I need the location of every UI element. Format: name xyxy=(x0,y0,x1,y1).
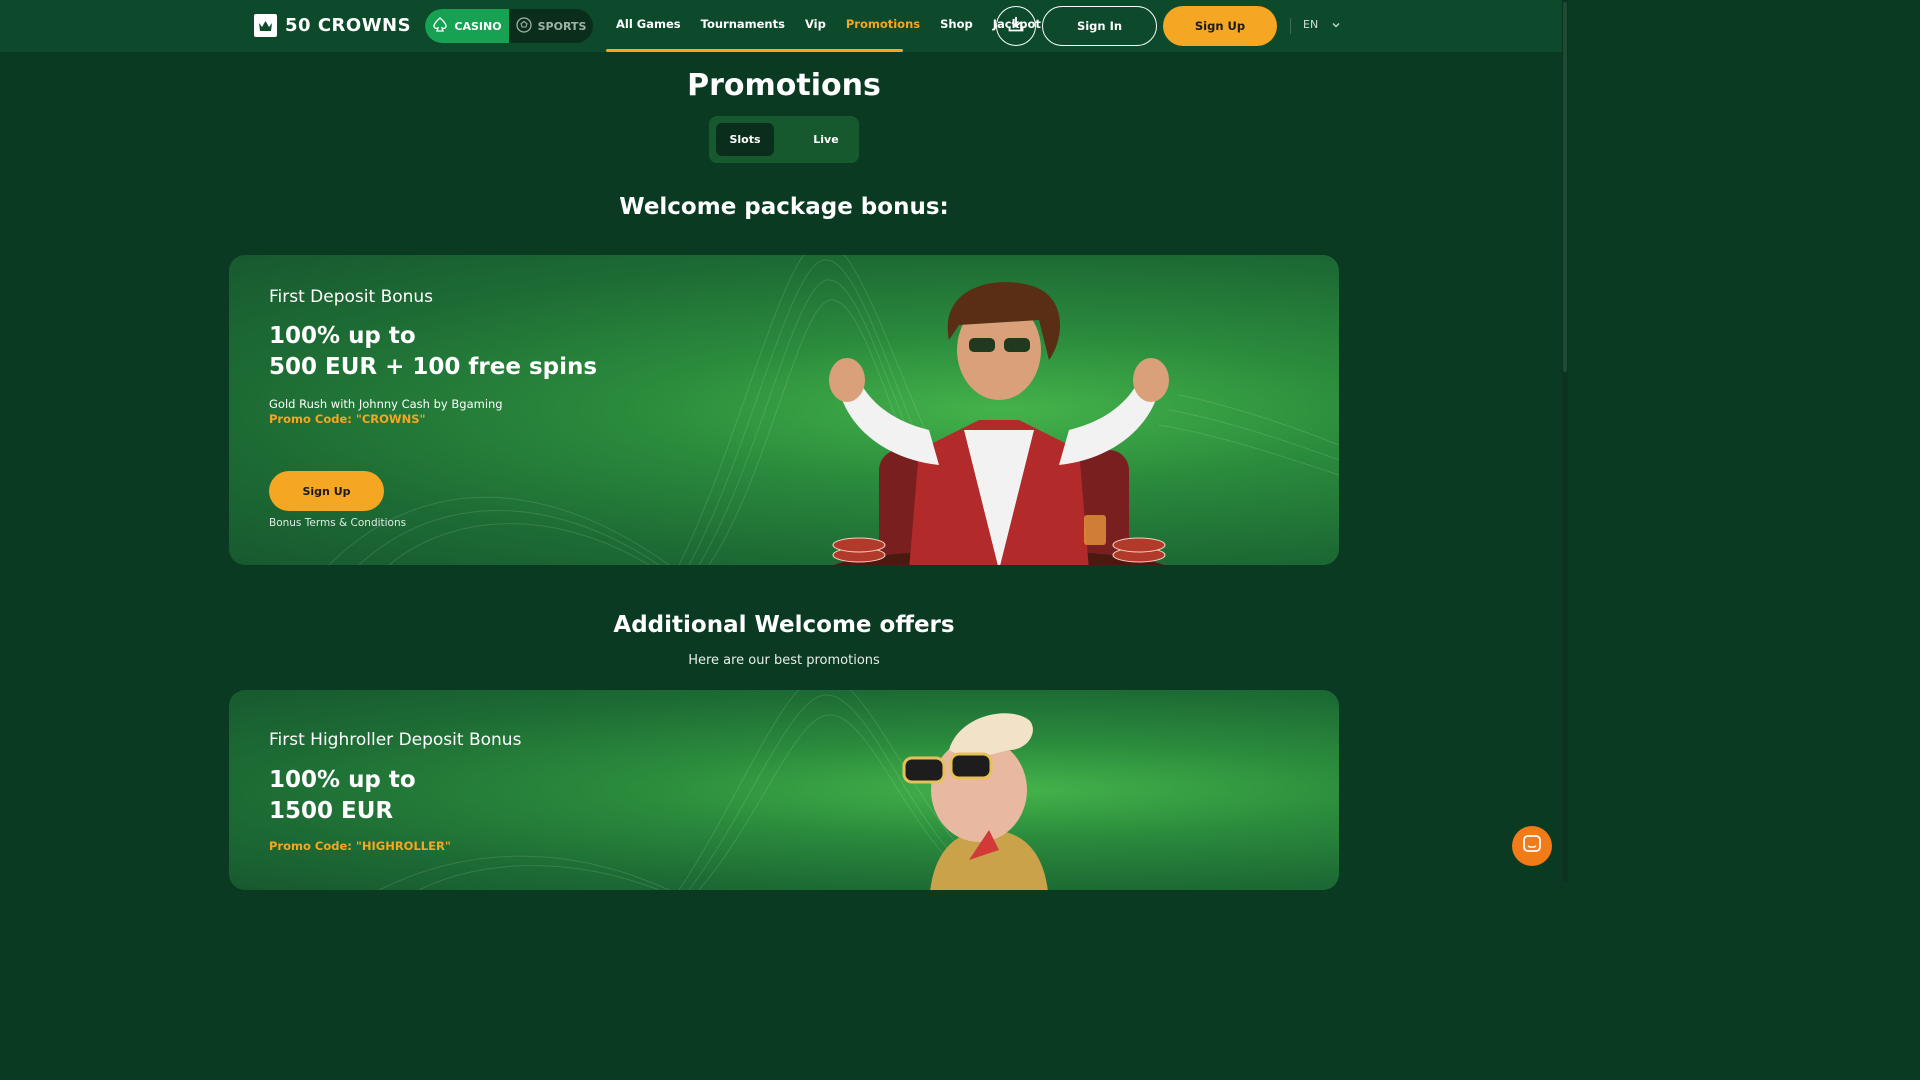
nav-tournaments[interactable]: Tournaments xyxy=(691,0,795,48)
chat-icon xyxy=(1522,834,1542,858)
download-icon xyxy=(1007,15,1025,37)
logo-text: 50 CROWNS xyxy=(285,15,412,36)
mascot-thumbs-up-illustration xyxy=(829,282,1169,565)
sign-up-button[interactable]: Sign Up xyxy=(1163,6,1277,46)
main-nav: All Games Tournaments Vip Promotions Sho… xyxy=(606,0,1051,52)
language-selector[interactable]: EN xyxy=(1303,18,1340,31)
card-text: First Deposit Bonus 100% up to 500 EUR +… xyxy=(269,287,597,426)
offer-line-2: 1500 EUR xyxy=(269,798,394,824)
additional-section-title: Additional Welcome offers xyxy=(613,612,955,638)
nav-all-games[interactable]: All Games xyxy=(606,0,691,48)
card-heading: First Highroller Deposit Bonus xyxy=(269,730,522,750)
nav-promotions[interactable]: Promotions xyxy=(836,0,930,48)
sign-in-button[interactable]: Sign In xyxy=(1042,6,1157,46)
welcome-section-title: Welcome package bonus: xyxy=(619,194,949,220)
tab-slots[interactable]: Slots xyxy=(716,123,774,156)
promo-category-tabs: Slots Live xyxy=(709,116,859,163)
highroller-mascot-illustration xyxy=(902,713,1048,890)
promo-code: Promo Code: "CROWNS" xyxy=(269,412,426,426)
soccer-ball-icon xyxy=(515,16,532,36)
scrollbar-thumb[interactable] xyxy=(1563,2,1567,372)
nav-shop[interactable]: Shop xyxy=(930,0,983,48)
chevron-down-icon xyxy=(1332,18,1340,31)
sports-label: SPORTS xyxy=(537,19,587,33)
page-title: Promotions xyxy=(687,68,881,103)
logo[interactable]: 50 CROWNS xyxy=(254,14,411,37)
offer-line-1: 100% up to xyxy=(269,323,416,349)
additional-section-subtitle: Here are our best promotions xyxy=(688,653,880,668)
casino-label: CASINO xyxy=(454,19,502,33)
card-text: First Highroller Deposit Bonus 100% up t… xyxy=(269,730,521,853)
offer-line-1: 100% up to xyxy=(269,767,416,793)
card-heading: First Deposit Bonus xyxy=(269,287,434,307)
crown-logo-icon xyxy=(254,14,277,37)
download-app-button[interactable] xyxy=(996,6,1036,46)
spade-icon xyxy=(432,16,448,36)
highroller-bonus-card: First Highroller Deposit Bonus 100% up t… xyxy=(229,690,1339,890)
sports-mode-button[interactable]: SPORTS xyxy=(509,9,593,43)
casino-sports-switch: CASINO SPORTS xyxy=(425,9,593,43)
game-name: Gold Rush with Johnny Cash by Bgaming xyxy=(269,397,503,411)
casino-mode-button[interactable]: CASINO xyxy=(425,9,509,43)
header-divider xyxy=(1290,18,1291,34)
promo-code: Promo Code: "HIGHROLLER" xyxy=(269,839,451,853)
tab-live[interactable]: Live xyxy=(797,123,855,156)
nav-active-underline xyxy=(606,49,903,52)
bonus-terms-link[interactable]: Bonus Terms & Conditions xyxy=(269,517,406,529)
offer-line-2: 500 EUR + 100 free spins xyxy=(269,354,598,380)
nav-vip[interactable]: Vip xyxy=(795,0,836,48)
live-chat-button[interactable] xyxy=(1512,826,1552,866)
card-sign-up-button[interactable]: Sign Up xyxy=(269,471,384,511)
top-header: 50 CROWNS CASINO SPORTS All Games Tourna… xyxy=(0,0,1568,52)
language-label: EN xyxy=(1303,18,1319,31)
first-deposit-bonus-card: First Deposit Bonus 100% up to 500 EUR +… xyxy=(229,255,1339,565)
